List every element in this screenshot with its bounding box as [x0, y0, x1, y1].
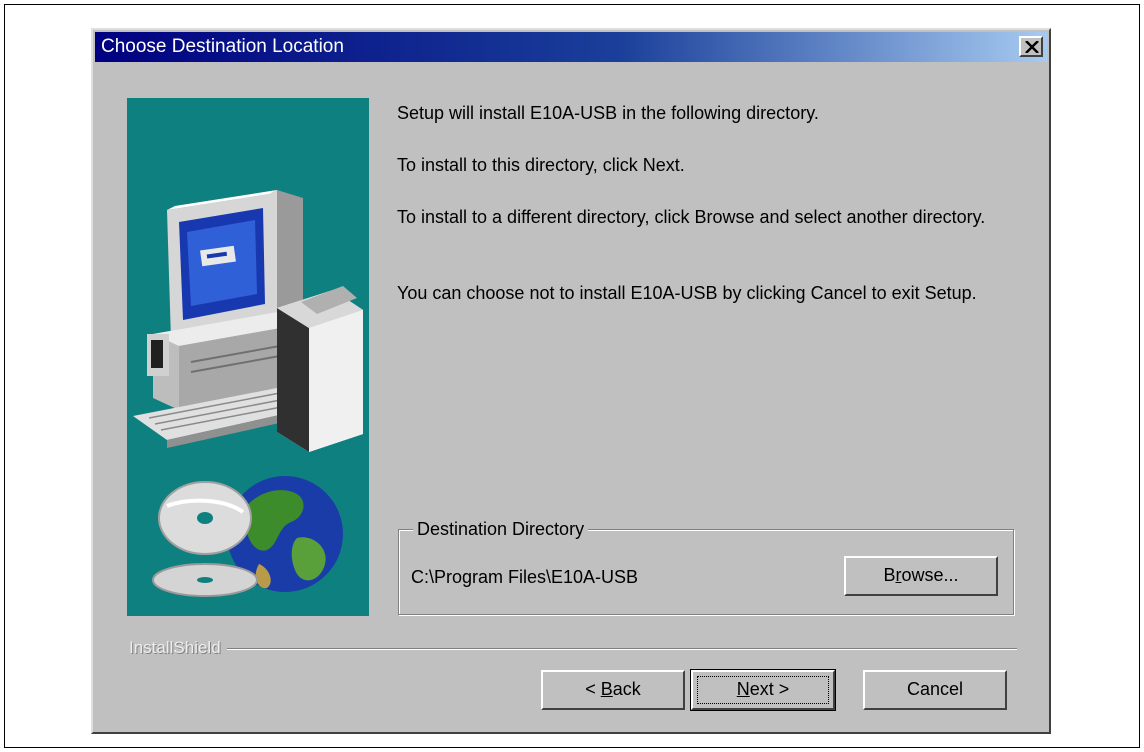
- cancel-label: Cancel: [906, 679, 964, 699]
- message-line-1: Setup will install E10A-USB in the follo…: [397, 103, 819, 123]
- browse-label-post: owse...: [901, 565, 959, 585]
- title-bar[interactable]: Choose Destination Location: [95, 32, 1047, 62]
- back-button[interactable]: < Back: [541, 670, 685, 710]
- browse-label-pre: B: [883, 565, 896, 585]
- close-button[interactable]: [1019, 36, 1043, 57]
- brand-divider: [129, 648, 1017, 650]
- back-label-pre: <: [585, 679, 601, 699]
- cancel-button[interactable]: Cancel: [863, 670, 1007, 710]
- close-icon: [1025, 41, 1039, 53]
- setup-dialog: Choose Destination Location Setup will i…: [91, 28, 1051, 734]
- window-title: Choose Destination Location: [101, 36, 344, 57]
- message-line-2: To install to this directory, click Next…: [397, 155, 685, 175]
- back-label-post: ack: [612, 679, 641, 699]
- back-label-accel: B: [600, 679, 613, 699]
- computer-globe-illustration: [133, 190, 363, 597]
- next-label-post: ext >: [749, 679, 790, 699]
- next-button[interactable]: Next >: [690, 669, 836, 711]
- installshield-brand: InstallShield: [129, 638, 227, 658]
- destination-path: C:\Program Files\E10A-USB: [411, 567, 639, 587]
- next-label-accel: N: [736, 679, 750, 699]
- message-line-4: You can choose not to install E10A-USB b…: [397, 283, 977, 303]
- message-line-3: To install to a different directory, cli…: [397, 207, 986, 227]
- destination-directory-label: Destination Directory: [413, 519, 589, 540]
- browse-button[interactable]: Browse...: [844, 556, 998, 596]
- setup-illustration: [127, 98, 369, 616]
